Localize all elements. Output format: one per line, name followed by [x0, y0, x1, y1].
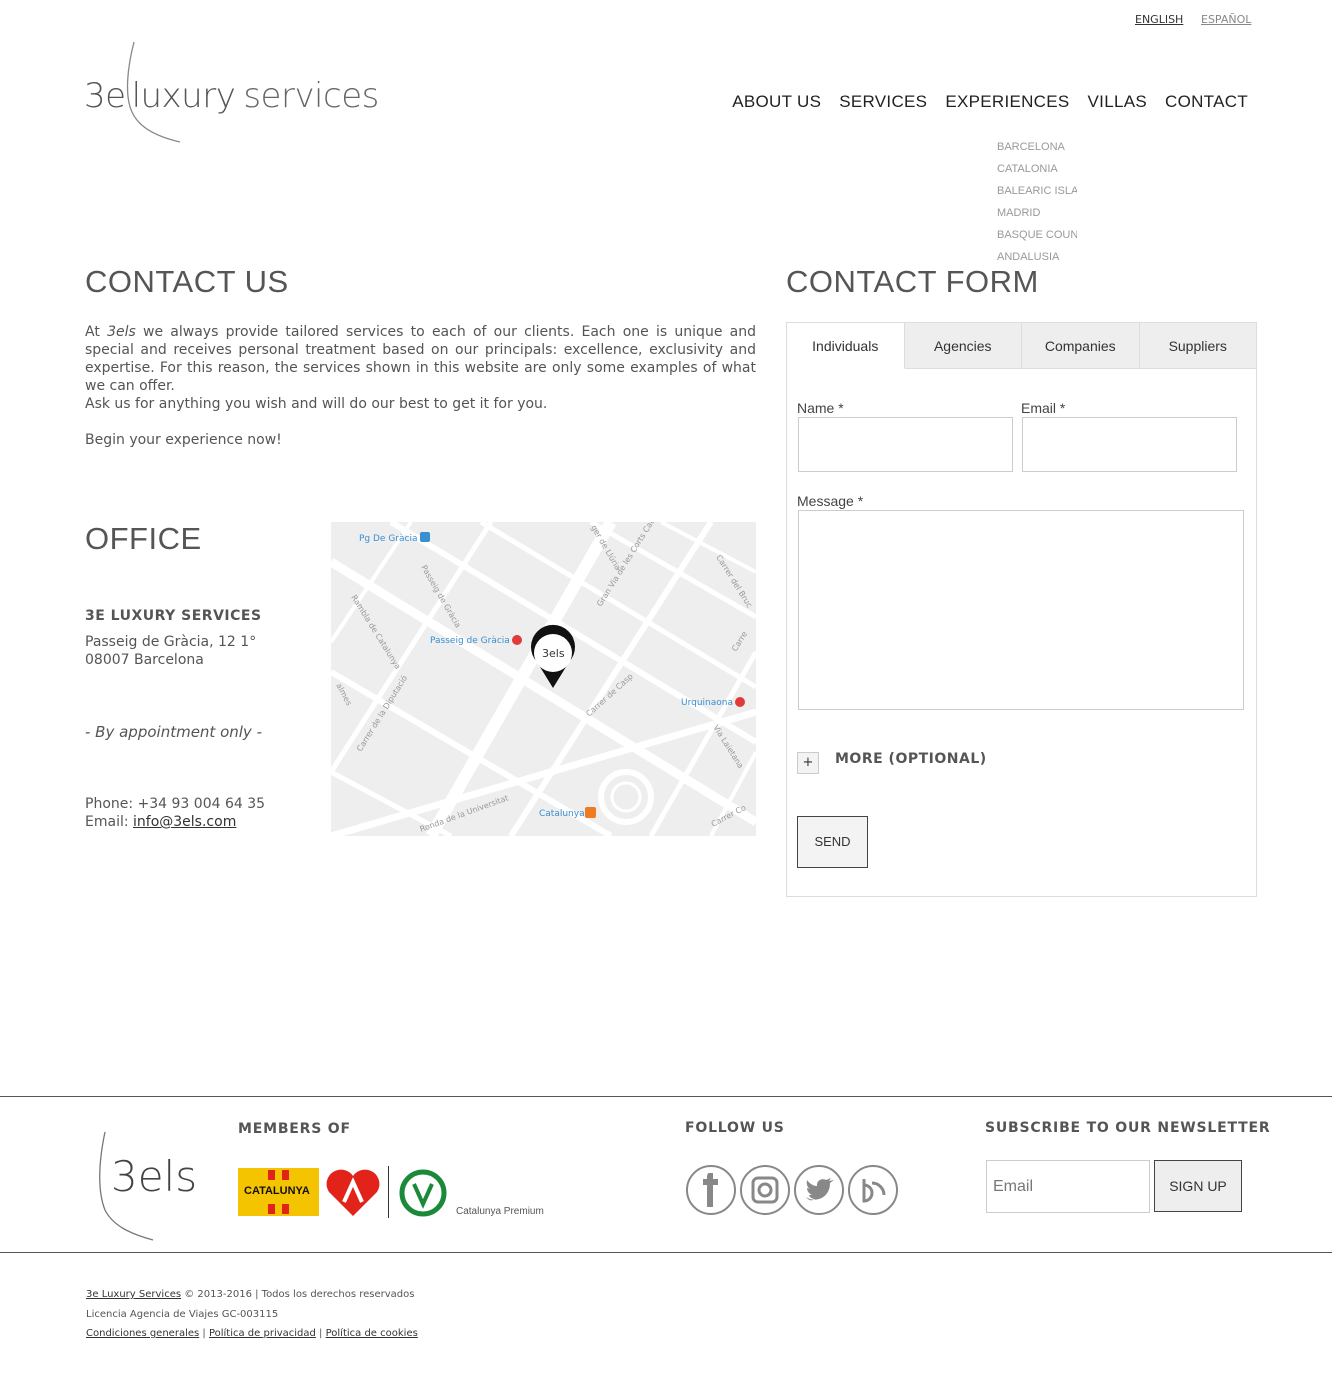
send-button[interactable]: SEND	[797, 816, 868, 868]
more-optional-label[interactable]: MORE (OPTIONAL)	[835, 751, 987, 767]
map-poi-urquinaona: Urquinaona	[681, 698, 733, 708]
email-label: Email *	[1021, 400, 1066, 416]
signup-button[interactable]: SIGN UP	[1154, 1160, 1242, 1212]
link-cookies[interactable]: Política de cookies	[326, 1328, 418, 1339]
nav-villas[interactable]: VILLAS	[1088, 92, 1147, 112]
map-label-carre: Carre	[730, 630, 749, 653]
office-phone: Phone: +34 93 004 64 35	[85, 796, 266, 812]
tab-individuals[interactable]: Individuals	[787, 323, 905, 369]
members-title: MEMBERS OF	[238, 1121, 351, 1137]
experiences-submenu: BARCELONA CATALONIA BALEARIC ISLANDS MAD…	[997, 140, 1077, 272]
contact-intro-paragraph: At 3els we always provide tailored servi…	[85, 323, 756, 395]
catalunya-premium-text: Catalunya Premium	[456, 1206, 544, 1217]
members-divider	[388, 1166, 389, 1218]
message-textarea[interactable]	[798, 510, 1244, 710]
message-label: Message *	[797, 493, 864, 509]
catalunya-logo-text: CATALUNYA	[244, 1185, 310, 1197]
newsletter-title: SUBSCRIBE TO OUR NEWSLETTER	[985, 1120, 1271, 1136]
instagram-icon[interactable]	[740, 1165, 790, 1215]
blog-icon[interactable]	[848, 1165, 898, 1215]
name-label: Name *	[797, 400, 844, 416]
nav-experiences[interactable]: EXPERIENCES	[945, 92, 1069, 112]
copyright-link[interactable]: 3e Luxury Services	[86, 1289, 181, 1300]
site-logo[interactable]: 3e luxury services	[84, 40, 379, 144]
name-input[interactable]	[798, 417, 1013, 472]
newsletter-email-input[interactable]: Email	[986, 1160, 1150, 1213]
contact-ask-paragraph: Ask us for anything you wish and will do…	[85, 396, 548, 412]
logo-text: 3e luxury services	[84, 76, 379, 116]
footer-bottom-divider	[0, 1252, 1332, 1253]
map-pin-icon: 3els	[531, 624, 575, 688]
office-email-line: Email: info@3els.com	[85, 813, 236, 831]
facebook-icon[interactable]	[686, 1165, 736, 1215]
submenu-basque-country[interactable]: BASQUE COUNTRY	[997, 228, 1077, 250]
catalunya-logo: CATALUNYA	[238, 1168, 319, 1216]
tab-agencies[interactable]: Agencies	[904, 323, 1022, 369]
form-tabs: Individuals Agencies Companies Suppliers	[787, 323, 1256, 369]
contact-begin-paragraph: Begin your experience now!	[85, 432, 282, 448]
map-roads: Passeig de Gràcia Rambla de Catalunya Gr…	[331, 522, 756, 836]
office-email-label: Email:	[85, 814, 134, 830]
office-map[interactable]: Passeig de Gràcia Rambla de Catalunya Gr…	[331, 522, 756, 836]
email-input[interactable]	[1022, 417, 1237, 472]
office-title: OFFICE	[85, 521, 202, 556]
licence-line: Licencia Agencia de Viajes GC-003115	[86, 1309, 279, 1320]
office-email-link[interactable]: info@3els.com	[133, 814, 236, 830]
main-nav: ABOUT US SERVICES EXPERIENCES VILLAS CON…	[714, 92, 1248, 112]
footer-logo-text: 3els	[111, 1152, 198, 1201]
map-poi-pg-gracia: Pg De Gràcia	[359, 534, 417, 544]
heart-logo-icon	[326, 1169, 380, 1216]
map-poi-catalunya: Catalunya	[539, 809, 585, 819]
twitter-icon[interactable]	[794, 1165, 844, 1215]
contact-form-title: CONTACT FORM	[786, 264, 1039, 299]
intro-rest: we always provide tailored services to e…	[85, 324, 756, 394]
follow-title: FOLLOW US	[685, 1120, 785, 1136]
lang-english-link[interactable]: ENGLISH	[1135, 13, 1183, 26]
link-conditions[interactable]: Condiciones generales	[86, 1328, 199, 1339]
office-address-line2: 08007 Barcelona	[85, 652, 204, 668]
office-appointment-note: - By appointment only -	[85, 723, 262, 741]
submenu-balearic-islands[interactable]: BALEARIC ISLANDS	[997, 184, 1077, 206]
catalunya-premium-icon	[399, 1169, 447, 1217]
lang-spanish-link[interactable]: ESPAÑOL	[1201, 13, 1251, 26]
submenu-catalonia[interactable]: CATALONIA	[997, 162, 1077, 184]
tab-suppliers[interactable]: Suppliers	[1139, 323, 1256, 369]
contact-us-title: CONTACT US	[85, 264, 289, 299]
link-privacy[interactable]: Política de privacidad	[209, 1328, 316, 1339]
more-expand-button[interactable]: +	[797, 752, 819, 774]
nav-about-us[interactable]: ABOUT US	[732, 92, 821, 112]
map-poi-passeig-metro: Passeig de Gràcia	[430, 636, 510, 646]
copyright-text: © 2013-2016 | Todos los derechos reserva…	[181, 1289, 415, 1300]
intro-prefix: At	[85, 324, 108, 340]
submenu-barcelona[interactable]: BARCELONA	[997, 140, 1077, 162]
legal-links: Condiciones generales | Política de priv…	[86, 1328, 418, 1339]
map-pin-label: 3els	[542, 647, 565, 660]
submenu-madrid[interactable]: MADRID	[997, 206, 1077, 228]
footer-logo: 3els	[95, 1130, 205, 1242]
office-address-line1: Passeig de Gràcia, 12 1°	[85, 634, 257, 650]
footer-top-divider	[0, 1096, 1332, 1097]
intro-brand: 3els	[107, 324, 136, 340]
tab-companies[interactable]: Companies	[1022, 323, 1140, 369]
copyright-line: 3e Luxury Services © 2013-2016 | Todos l…	[86, 1285, 414, 1304]
nav-contact[interactable]: CONTACT	[1165, 92, 1248, 112]
nav-services[interactable]: SERVICES	[839, 92, 927, 112]
office-company-name: 3E LUXURY SERVICES	[85, 608, 262, 624]
